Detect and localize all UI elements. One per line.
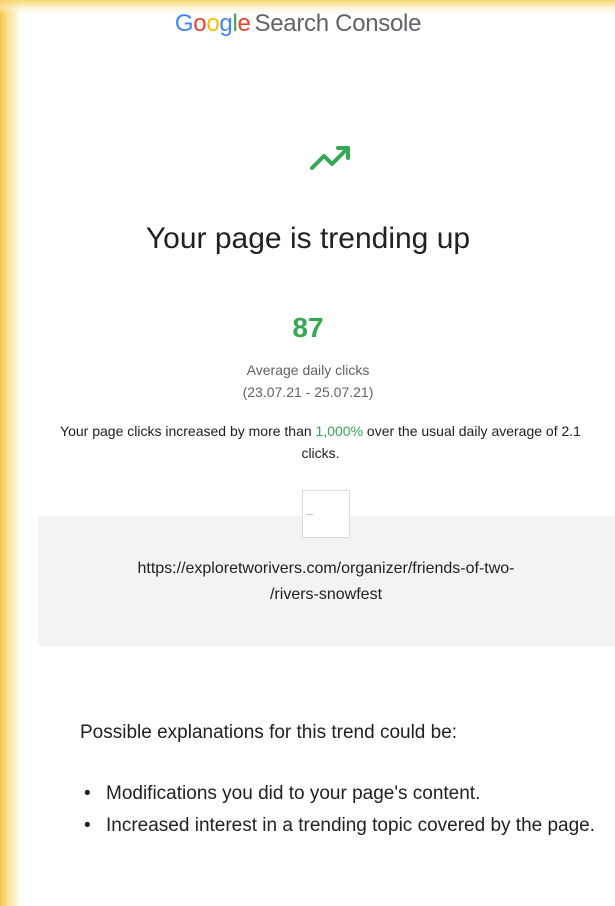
page-url-line: /rivers-snowfest [269,586,383,603]
list-item-text: Increased interest in a trending topic c… [106,815,596,836]
list-item: • Increased interest in a trending topic… [80,810,615,842]
logo-letter: o [206,10,220,37]
bullet: • [84,815,91,836]
page-title: Your page is trending up [145,222,471,255]
metric-date-range: (23.07.21 - 25.07.21) [242,384,374,400]
metric-label: Average daily clicks [246,362,370,378]
logo-letter: o [193,10,207,37]
thumbnail-placeholder-icon [307,514,313,515]
page-url-link[interactable]: https://exploretworivers.com/organizer/f… [42,556,610,608]
list-item: • Modifications you did to your page's c… [80,778,615,810]
logo-letter: e [237,10,251,37]
bullet: • [84,783,91,804]
logo-letter: G [174,10,194,37]
summary-text: Your page clicks increased by more than … [48,420,593,464]
header-logo: Google Search Console [18,10,578,38]
google-logo: Google [175,10,251,37]
metric-value: 87 [292,312,324,343]
logo-letter: g [219,10,233,37]
summary-prefix: Your page clicks increased by more than [60,423,316,439]
product-name: Search Console [254,10,422,37]
trending-up-icon [310,146,350,170]
explanations-list: • Modifications you did to your page's c… [80,778,615,842]
email-card: Google Search Console Your page is trendi… [18,0,615,906]
summary-percent: 1,000% [315,423,364,439]
page-thumbnail[interactable] [302,490,350,538]
explanations-heading: Possible explanations for this trend cou… [80,722,458,743]
list-item-text: Modifications you did to your page's con… [106,783,481,804]
page-url-line: https://exploretworivers.com/organizer/f… [137,560,515,577]
top-glow [0,0,615,14]
